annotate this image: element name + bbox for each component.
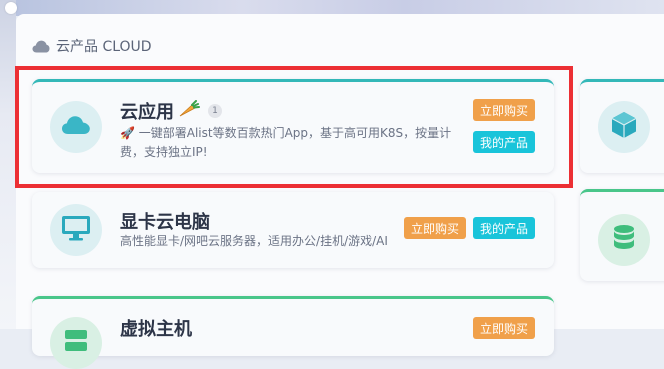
product-icon-container (598, 214, 650, 266)
section-title: 云产品 CLOUD (56, 39, 152, 55)
database-icon (612, 224, 636, 256)
buy-now-button[interactable]: 立即购买 (404, 217, 466, 239)
carrot-icon (178, 99, 200, 123)
cloud-icon (32, 40, 50, 53)
product-card-virtual-host[interactable]: 虚拟主机 立即购买 (32, 296, 554, 369)
product-card-right-1[interactable] (580, 79, 664, 173)
my-products-button[interactable]: 我的产品 (473, 131, 535, 153)
background-dot (5, 2, 17, 14)
cube-icon (611, 111, 637, 143)
page-background-left (0, 0, 16, 329)
my-products-button[interactable]: 我的产品 (473, 217, 535, 239)
product-description-line1: 🚀 一键部署Alist等数百款热门App，基于高可用K8S，按量计 (120, 126, 452, 140)
section-header: 云产品 CLOUD (32, 36, 152, 56)
product-icon-container (50, 101, 102, 153)
product-title: 虚拟主机 (120, 315, 192, 341)
product-card-right-2[interactable] (580, 189, 664, 281)
product-description: 🚀 一键部署Alist等数百款热门App，基于高可用K8S，按量计 费，支持独立… (120, 124, 452, 162)
cloud-icon (61, 115, 91, 139)
product-icon-container (50, 204, 102, 256)
server-icon (63, 328, 89, 358)
product-card-gpu-pc[interactable]: 显卡云电脑 高性能显卡/网吧云服务器，适用办公/挂机/游戏/AI 立即购买 我的… (32, 192, 554, 268)
notification-badge: 1 (208, 104, 222, 118)
product-icon-container (50, 317, 102, 369)
product-title-text: 虚拟主机 (120, 319, 192, 340)
product-icon-container (598, 101, 650, 153)
product-title-text: 云应用 (120, 102, 174, 123)
buy-now-button[interactable]: 立即购买 (473, 317, 535, 339)
buy-now-button[interactable]: 立即购买 (473, 99, 535, 121)
product-title: 显卡云电脑 (120, 208, 210, 234)
product-title: 云应用 1 (120, 98, 222, 124)
product-description-line1: 高性能显卡/网吧云服务器，适用办公/挂机/游戏/AI (120, 234, 388, 248)
monitor-icon (61, 215, 91, 245)
product-card-cloud-app[interactable]: 云应用 1 🚀 一键部署Alist等数百款热门App，基于高可用K8S，按量计 … (32, 79, 554, 173)
product-title-text: 显卡云电脑 (120, 212, 210, 233)
product-description-line2: 费，支持独立IP! (120, 145, 208, 159)
product-description: 高性能显卡/网吧云服务器，适用办公/挂机/游戏/AI (120, 232, 388, 251)
